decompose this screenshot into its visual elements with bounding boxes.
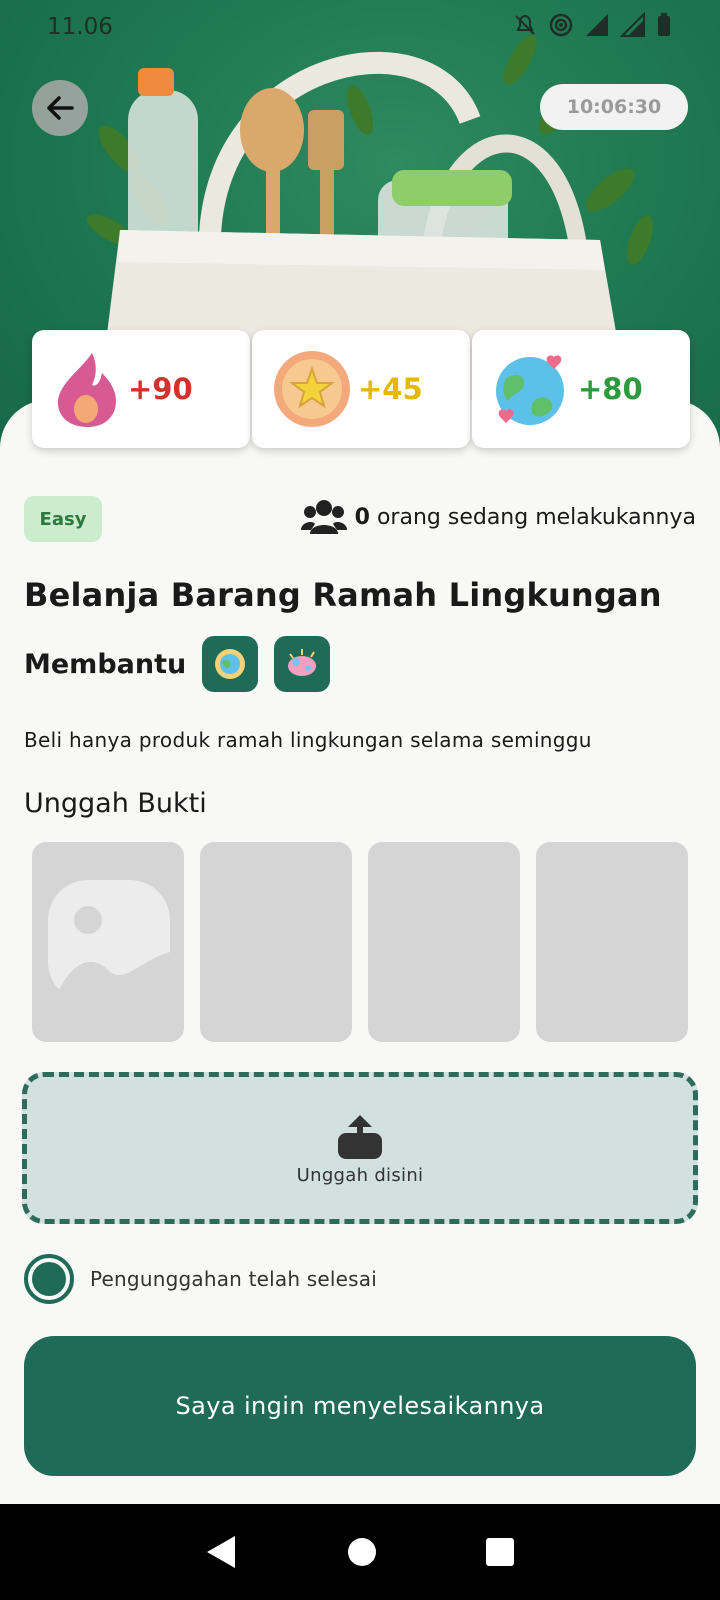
participants-count: 0 (354, 504, 370, 530)
upload-thumbnails (32, 842, 688, 1042)
nav-back-icon[interactable] (205, 1534, 239, 1570)
system-nav-bar (0, 1504, 720, 1600)
participants-info: 0 orang sedang melakukannya (300, 498, 696, 536)
arrow-left-icon (47, 96, 74, 120)
complete-challenge-button[interactable]: Saya ingin menyelesaikannya (24, 1336, 696, 1476)
upload-complete-radio[interactable] (24, 1254, 74, 1304)
upload-thumbnail[interactable] (32, 842, 184, 1042)
helps-row: Membantu (24, 636, 346, 692)
battery-icon (658, 13, 670, 36)
dropzone-label: Unggah disini (296, 1165, 424, 1186)
earth-badge-icon (215, 649, 246, 679)
upload-thumbnail[interactable] (536, 842, 688, 1042)
reward-value-streak: +90 (128, 372, 193, 406)
help-earth-badge[interactable] (202, 636, 259, 692)
earth-icon (496, 355, 564, 425)
back-button[interactable] (32, 80, 88, 136)
helps-label: Membantu (24, 648, 187, 680)
image-placeholder-icon (48, 880, 170, 1002)
upload-complete-label: Pengunggahan telah selesai (90, 1267, 377, 1291)
reward-cards: +90 +45 +80 (32, 330, 690, 448)
upload-icon (338, 1115, 382, 1159)
ocean-badge-icon (288, 649, 317, 676)
hotspot-icon (549, 13, 573, 37)
reward-value-earth: +80 (578, 372, 643, 406)
challenge-title: Belanja Barang Ramah Lingkungan (24, 576, 662, 614)
flame-icon (57, 353, 116, 427)
nav-recents-icon[interactable] (485, 1537, 515, 1567)
group-icon (300, 500, 347, 534)
reward-card-earth: +80 (472, 330, 690, 448)
upload-dropzone[interactable]: Unggah disini (22, 1072, 698, 1224)
upload-complete-option[interactable]: Pengunggahan telah selesai (24, 1254, 377, 1304)
nav-home-icon[interactable] (347, 1537, 377, 1567)
help-ocean-badge[interactable] (274, 636, 331, 692)
notifications-off-icon (515, 14, 535, 35)
reward-card-streak: +90 (32, 330, 250, 448)
signal-4g-icon (620, 12, 645, 37)
signal-icon (586, 14, 608, 36)
reward-card-coin: +45 (252, 330, 470, 448)
upload-thumbnail[interactable] (200, 842, 352, 1042)
difficulty-badge: Easy (24, 496, 102, 542)
upload-section-title: Unggah Bukti (24, 788, 207, 819)
status-bar: 11.06 (0, 0, 720, 56)
challenge-description: Beli hanya produk ramah lingkungan selam… (24, 728, 592, 752)
upload-thumbnail[interactable] (368, 842, 520, 1042)
timer-badge: 10:06:30 (540, 84, 688, 130)
status-time: 11.06 (47, 14, 113, 40)
reward-value-coin: +45 (358, 372, 423, 406)
coin-icon (274, 351, 350, 427)
participants-text: orang sedang melakukannya (376, 504, 696, 530)
status-icons (512, 12, 672, 38)
